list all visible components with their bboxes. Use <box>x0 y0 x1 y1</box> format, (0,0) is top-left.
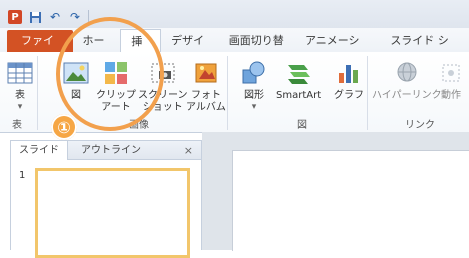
insert-picture-label: 図 <box>71 90 81 101</box>
photo-album-icon <box>192 58 220 88</box>
insert-photo-album-button[interactable]: フォト アルバム <box>186 58 226 114</box>
group-label-illustrations: 図 <box>297 120 307 131</box>
slide-number: 1 <box>19 170 26 181</box>
group-divider <box>367 56 368 130</box>
screenshot-label-line2: ショット <box>142 102 183 113</box>
screenshot-label-line1: スクリーン <box>138 90 188 101</box>
insert-picture-button[interactable]: 図 <box>62 58 90 102</box>
shapes-label: 図形 <box>244 90 264 101</box>
tab-design[interactable]: デザイン <box>161 30 219 69</box>
slides-panel-header: スライド アウトライン × <box>10 140 202 160</box>
insert-clipart-button[interactable]: クリップ アート <box>96 58 136 114</box>
tab-outline[interactable]: アウトライン <box>73 141 149 160</box>
group-label-links: リンク <box>405 120 435 131</box>
insert-chart-button[interactable]: グラフ <box>334 58 364 102</box>
tab-insert[interactable]: 挿入 <box>120 29 162 71</box>
toolbar-divider <box>88 10 89 24</box>
photo-album-label-line1: フォト <box>190 90 221 101</box>
insert-action-button[interactable]: 動作 <box>437 58 465 102</box>
action-icon <box>437 58 465 88</box>
clipart-icon <box>102 58 130 88</box>
insert-table-label: 表 <box>15 90 25 101</box>
screenshot-icon <box>149 58 177 88</box>
shapes-icon <box>240 58 268 88</box>
dropdown-arrow-icon: ▾ <box>17 102 23 112</box>
tab-slides[interactable]: スライド <box>11 141 68 160</box>
chart-icon <box>335 58 363 88</box>
close-icon[interactable]: × <box>184 141 193 160</box>
undo-icon[interactable]: ↶ <box>48 10 62 24</box>
clipart-label-line1: クリップ <box>96 90 136 101</box>
smartart-icon <box>285 58 313 88</box>
quick-access-toolbar: P ↶ ↷ <box>8 8 89 26</box>
table-icon <box>6 58 34 88</box>
group-divider <box>37 56 38 130</box>
insert-shapes-button[interactable]: 図形 ▾ <box>240 58 268 112</box>
title-bar: P ↶ ↷ <box>0 0 469 28</box>
slide-canvas[interactable] <box>232 150 469 251</box>
annotation-step-badge: ① <box>51 114 77 140</box>
group-label-images: 画像 <box>129 120 149 131</box>
tab-file[interactable]: ファイル <box>7 30 73 69</box>
picture-icon <box>62 58 90 88</box>
hyperlink-globe-icon <box>393 58 421 88</box>
powerpoint-app-icon[interactable]: P <box>8 10 22 24</box>
dropdown-arrow-icon: ▾ <box>251 102 257 112</box>
hyperlink-label: ハイパーリンク <box>372 90 442 101</box>
group-label-table: 表 <box>12 120 22 131</box>
insert-table-button[interactable]: 表 ▾ <box>6 58 34 112</box>
insert-screenshot-button[interactable]: スクリーン ショット <box>138 58 188 114</box>
chart-label: グラフ <box>334 90 364 101</box>
tab-animations[interactable]: アニメーション <box>295 30 380 69</box>
ribbon-tabs: ファイル ホーム 挿入 デザイン 画面切り替え アニメーション スライド ショー <box>0 28 469 71</box>
slides-panel: 1 <box>10 160 202 258</box>
insert-smartart-button[interactable]: SmartArt <box>276 58 321 102</box>
slide-thumbnail[interactable] <box>35 168 190 258</box>
action-label: 動作 <box>441 90 461 101</box>
tab-home[interactable]: ホーム <box>73 30 121 69</box>
tab-slideshow[interactable]: スライド ショー <box>380 30 469 69</box>
insert-hyperlink-button[interactable]: ハイパーリンク <box>372 58 442 102</box>
save-icon[interactable] <box>28 10 42 24</box>
redo-icon[interactable]: ↷ <box>68 10 82 24</box>
photo-album-label-line2: アルバム <box>186 102 226 113</box>
tab-transitions[interactable]: 画面切り替え <box>219 30 295 69</box>
smartart-label: SmartArt <box>276 90 322 101</box>
group-divider <box>227 56 228 130</box>
clipart-label-line2: アート <box>101 102 131 113</box>
